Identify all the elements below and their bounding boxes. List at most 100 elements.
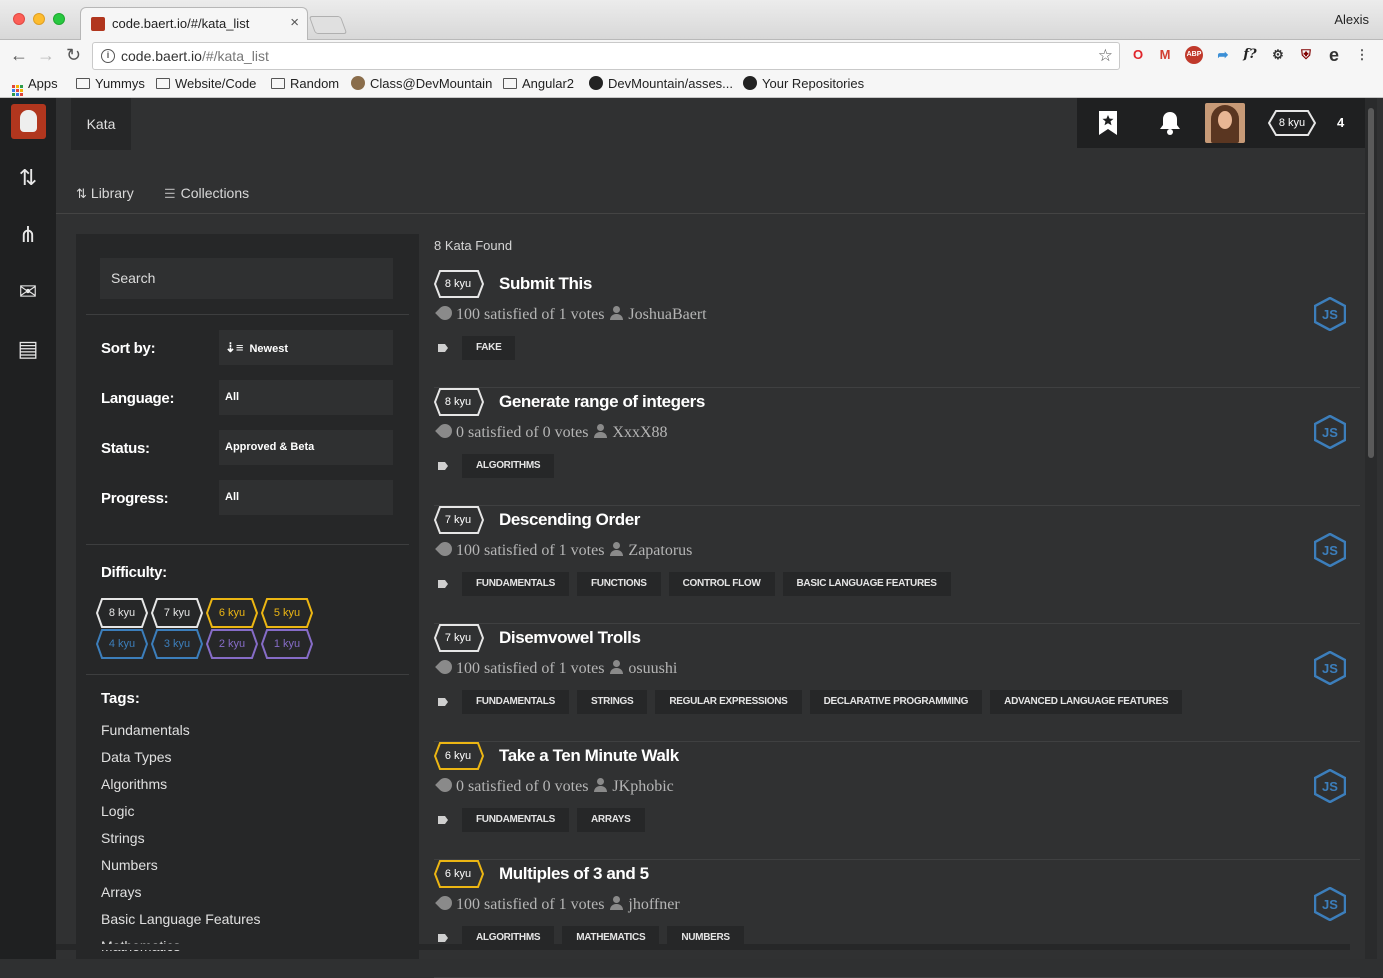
discussion-icon[interactable]: ✉ [14,278,42,306]
kata-title-link[interactable]: Generate range of integers [499,392,705,412]
progress-select[interactable]: All [219,480,393,515]
browser-tab[interactable]: code.baert.io/#/kata_list × [80,7,308,40]
kata-author-link[interactable]: jhoffner [628,896,679,913]
opera-icon[interactable]: O [1129,46,1147,64]
kata-title-link[interactable]: Multiples of 3 and 5 [499,864,649,884]
kata-tag[interactable]: CONTROL FLOW [668,572,775,596]
bookmark-your-repositories[interactable]: Your Repositories [743,76,864,91]
adblock-icon[interactable]: ABP [1185,46,1203,64]
horizontal-scrollbar[interactable] [56,944,1350,950]
window-close-button[interactable] [13,13,25,25]
fork-icon[interactable]: ⋔ [14,221,42,249]
language-select[interactable]: All [219,380,393,415]
collections-tab[interactable]: ☰ Collections [164,185,249,202]
tag-link-logic[interactable]: Logic [101,803,134,819]
dropper-icon[interactable]: ➦ [1214,46,1232,64]
status-select[interactable]: Approved & Beta [219,430,393,465]
ublock-icon[interactable]: ⛨ [1297,46,1315,64]
header-kata-tab[interactable]: Kata [71,98,131,150]
kata-author-link[interactable]: XxxX88 [612,424,667,441]
browser-profile-name[interactable]: Alexis [1334,12,1369,27]
new-tab-button[interactable] [308,16,348,34]
javascript-language-icon[interactable]: JS [1313,414,1347,450]
back-arrow-icon[interactable]: ← [10,45,28,66]
tag-link-algorithms[interactable]: Algorithms [101,776,167,792]
kata-title-link[interactable]: Take a Ten Minute Walk [499,746,679,766]
stormtrooper-logo-icon[interactable] [11,104,46,139]
kata-tag[interactable]: FUNDAMENTALS [462,690,569,714]
kata-tag[interactable]: FAKE [462,336,516,360]
javascript-language-icon[interactable]: JS [1313,532,1347,568]
kata-tag[interactable]: FUNCTIONS [576,572,661,596]
gmail-icon[interactable]: M [1156,46,1174,64]
kata-rank-badge: 8 kyu [434,388,484,416]
javascript-language-icon[interactable]: JS [1313,296,1347,332]
formula-icon[interactable]: f? [1241,46,1259,64]
difficulty-badge[interactable]: 1 kyu [261,629,313,659]
difficulty-badge[interactable]: 2 kyu [206,629,258,659]
scrollbar-thumb[interactable] [1368,108,1374,458]
kata-author-link[interactable]: JKphobic [612,778,673,795]
tag-link-numbers[interactable]: Numbers [101,857,158,873]
difficulty-badge[interactable]: 3 kyu [151,629,203,659]
address-bar[interactable]: i code.baert.io/#/kata_list ☆ [92,42,1120,70]
bookmark-website-code[interactable]: Website/Code [156,76,256,91]
search-input[interactable]: Search [100,258,393,299]
javascript-language-icon[interactable]: JS [1313,650,1347,686]
notification-bell-icon[interactable] [1158,110,1182,135]
kata-tag[interactable]: STRINGS [576,690,648,714]
window-maximize-button[interactable] [53,13,65,25]
kata-tag[interactable]: BASIC LANGUAGE FEATURES [782,572,951,596]
sort-select[interactable]: ⇣≡ Newest [219,330,393,365]
bookmark-random[interactable]: Random [271,76,339,91]
tag-link-basic-language-features[interactable]: Basic Language Features [101,911,261,927]
vertical-scrollbar[interactable] [1365,98,1377,959]
difficulty-badge[interactable]: 8 kyu [96,598,148,628]
kata-tag[interactable]: REGULAR EXPRESSIONS [655,690,802,714]
kata-author-link[interactable]: Zapatorus [628,542,692,559]
kata-tag[interactable]: ARRAYS [576,808,645,832]
gear-icon[interactable]: ⚙ [1269,46,1287,64]
difficulty-badge[interactable]: 6 kyu [206,598,258,628]
kata-tag[interactable]: FUNDAMENTALS [462,572,569,596]
tag-link-data-types[interactable]: Data Types [101,749,172,765]
kata-tag[interactable]: ALGORITHMS [462,454,555,478]
user-rank-badge[interactable]: 8 kyu [1267,110,1317,136]
javascript-language-icon[interactable]: JS [1313,886,1347,922]
kata-title-link[interactable]: Descending Order [499,510,640,530]
kata-author-link[interactable]: osuushi [628,660,677,677]
window-minimize-button[interactable] [33,13,45,25]
difficulty-badge[interactable]: 7 kyu [151,598,203,628]
kata-tag[interactable]: FUNDAMENTALS [462,808,569,832]
bookmark-class-devmountain[interactable]: Class@DevMountain [351,76,492,91]
bookmark-star-icon[interactable]: ☆ [1098,46,1113,66]
forward-arrow-icon[interactable]: → [37,45,55,66]
bookmark-yummys[interactable]: Yummys [76,76,145,91]
user-icon [594,424,608,438]
kata-author-link[interactable]: JoshuaBaert [628,306,706,323]
kata-title-link[interactable]: Submit This [499,274,592,294]
kata-tag[interactable]: DECLARATIVE PROGRAMMING [809,690,983,714]
user-icon [610,660,624,674]
edge-icon[interactable]: e [1325,46,1343,64]
kata-library-icon[interactable]: ⇅ [14,164,42,192]
tag-link-strings[interactable]: Strings [101,830,145,846]
difficulty-badge[interactable]: 4 kyu [96,629,148,659]
library-tab[interactable]: ⇅ Library [76,185,134,202]
kata-tag[interactable]: ADVANCED LANGUAGE FEATURES [990,690,1183,714]
bookmark-apps[interactable]: Apps [12,76,58,96]
more-icon[interactable]: ⋮ [1353,46,1371,64]
reload-icon[interactable]: ↻ [66,45,81,66]
javascript-language-icon[interactable]: JS [1313,768,1347,804]
user-avatar[interactable] [1205,103,1245,143]
bookmark-angular2[interactable]: Angular2 [503,76,574,91]
info-icon[interactable]: i [101,49,115,63]
document-icon[interactable]: ▤ [14,335,42,363]
tab-close-icon[interactable]: × [290,14,299,31]
kata-title-link[interactable]: Disemvowel Trolls [499,628,641,648]
bookmark-devmountain-asses[interactable]: DevMountain/asses... [589,76,733,91]
difficulty-badge[interactable]: 5 kyu [261,598,313,628]
tag-link-arrays[interactable]: Arrays [101,884,141,900]
tag-link-fundamentals[interactable]: Fundamentals [101,722,190,738]
bookmark-icon[interactable] [1096,110,1120,135]
